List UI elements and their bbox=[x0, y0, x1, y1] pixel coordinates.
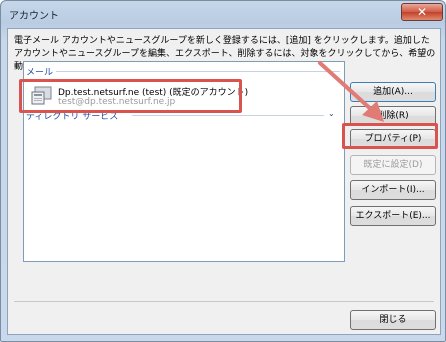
add-button[interactable]: 追加(A)... bbox=[350, 82, 436, 102]
properties-highlight-box bbox=[342, 123, 438, 149]
set-default-button[interactable]: 既定に設定(D) bbox=[350, 155, 436, 175]
close-window-button[interactable]: ✕ bbox=[401, 3, 443, 21]
footer-separator bbox=[14, 301, 434, 302]
title-bar: アカウント ✕ bbox=[1, 1, 445, 27]
accounts-dialog: アカウント ✕ 電子メール アカウントやニュースグループを新しく登録するには、[… bbox=[0, 0, 446, 342]
section-divider bbox=[132, 115, 324, 116]
import-button[interactable]: インポート(I)... bbox=[350, 180, 436, 200]
close-button[interactable]: 閉じる bbox=[350, 310, 436, 330]
account-highlight-box bbox=[19, 79, 242, 113]
mail-section-header: メール bbox=[26, 68, 54, 78]
close-icon: ✕ bbox=[416, 5, 428, 19]
dialog-body: 電子メール アカウントやニュースグループを新しく登録するには、[追加] をクリッ… bbox=[7, 28, 441, 335]
section-divider bbox=[56, 71, 340, 72]
collapse-chevron-icon[interactable]: ⌄ bbox=[328, 109, 335, 118]
window-title: アカウント bbox=[9, 11, 59, 22]
export-button[interactable]: エクスポート(E)... bbox=[350, 206, 436, 226]
